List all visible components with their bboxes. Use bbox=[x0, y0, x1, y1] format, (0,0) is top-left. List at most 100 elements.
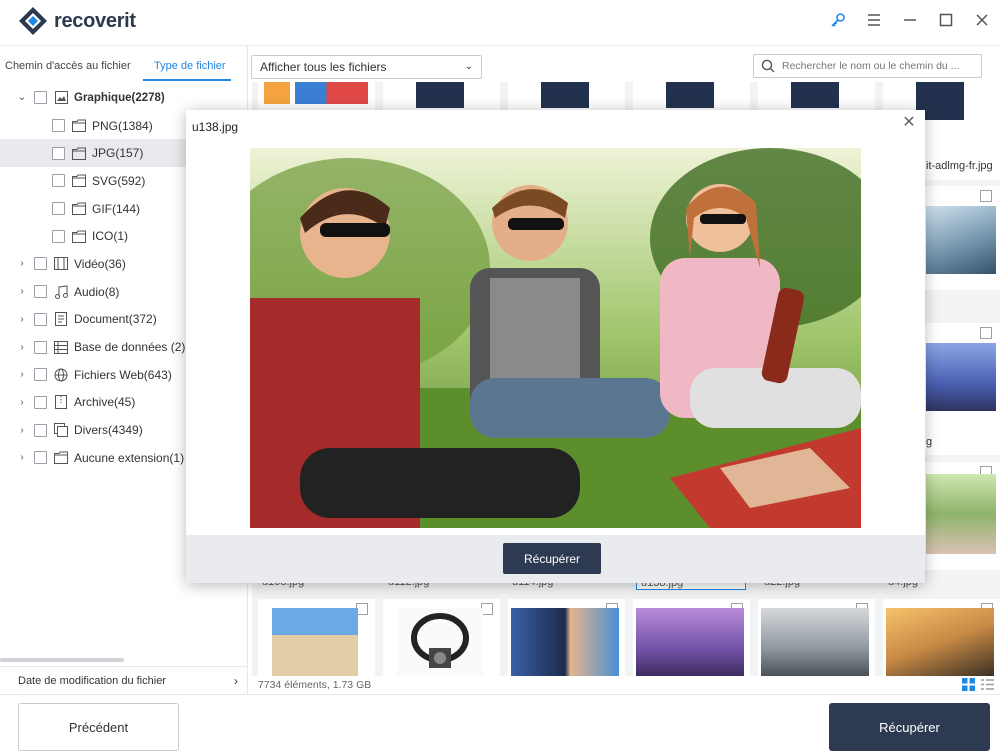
thumbnail-image bbox=[511, 608, 619, 676]
thumbnail-image bbox=[272, 608, 358, 676]
sidebar-scrollbar[interactable] bbox=[0, 658, 124, 662]
title-bar: recoverit bbox=[0, 0, 1000, 46]
thumbnail-image bbox=[761, 608, 869, 676]
chevron-right-icon[interactable]: › bbox=[16, 369, 28, 380]
chevron-right-icon[interactable]: › bbox=[16, 342, 28, 353]
tree-item-label: Fichiers Web(643) bbox=[74, 367, 172, 382]
checkbox[interactable] bbox=[52, 229, 65, 243]
preview-filename: u138.jpg bbox=[192, 120, 239, 134]
checkbox[interactable] bbox=[34, 423, 47, 437]
tree-item-graphique[interactable]: ⌄ Graphique(2278) bbox=[0, 84, 248, 112]
search-input[interactable]: Rechercher le nom ou le chemin du ... bbox=[753, 54, 982, 78]
thumbnail-image bbox=[416, 82, 464, 108]
chevron-down-icon[interactable]: ⌄ bbox=[16, 92, 28, 103]
tree-item-label: JPG(157) bbox=[92, 146, 144, 161]
tab-file-path[interactable]: Chemin d'accès au fichier bbox=[5, 60, 131, 72]
tree-item-label: Vidéo(36) bbox=[74, 256, 126, 271]
tree-item-label: Audio(8) bbox=[74, 284, 120, 299]
thumbnail-tile[interactable] bbox=[758, 599, 875, 676]
chevron-right-icon[interactable]: › bbox=[16, 258, 28, 269]
folder-icon bbox=[72, 229, 86, 243]
checkbox[interactable] bbox=[52, 119, 65, 133]
document-icon bbox=[54, 312, 68, 327]
checkbox[interactable] bbox=[34, 257, 47, 271]
thumbnail-tile[interactable] bbox=[508, 82, 625, 112]
chevron-right-icon[interactable]: › bbox=[16, 314, 28, 325]
music-icon bbox=[54, 285, 68, 299]
recoverit-logo-icon bbox=[18, 6, 48, 36]
thumbnail-tile[interactable] bbox=[633, 599, 750, 676]
tab-file-type[interactable]: Type de fichier bbox=[154, 60, 226, 72]
chevron-right-icon: › bbox=[234, 673, 238, 688]
thumbnail-filename: g bbox=[926, 436, 933, 448]
close-icon[interactable]: ✕ bbox=[901, 115, 917, 131]
key-icon[interactable] bbox=[820, 0, 856, 40]
folder-icon bbox=[72, 174, 86, 188]
thumbnail-image bbox=[636, 608, 744, 676]
file-filter-dropdown[interactable]: Afficher tous les fichiers ⌄ bbox=[251, 55, 482, 79]
thumbnail-image bbox=[791, 82, 839, 108]
thumbnail-tile[interactable] bbox=[383, 82, 500, 112]
chevron-right-icon[interactable]: › bbox=[16, 452, 28, 463]
checkbox[interactable] bbox=[34, 312, 47, 326]
tree-item-label: Document(372) bbox=[74, 312, 157, 327]
thumbnail-filename: it-adlmg-fr.jpg bbox=[926, 160, 993, 172]
chevron-right-icon[interactable]: › bbox=[16, 425, 28, 436]
status-bar: 7734 éléments, 1.73 GB bbox=[252, 676, 1000, 694]
list-view-icon[interactable] bbox=[981, 678, 994, 694]
thumbnail-tile[interactable] bbox=[258, 82, 375, 112]
thumbnail-tile[interactable] bbox=[258, 599, 375, 676]
checkbox[interactable] bbox=[34, 340, 47, 354]
minimize-icon[interactable] bbox=[892, 0, 928, 40]
checkbox[interactable] bbox=[52, 146, 65, 160]
thumbnail-image bbox=[926, 474, 996, 554]
chevron-right-icon[interactable]: › bbox=[16, 397, 28, 408]
thumbnail-tile[interactable] bbox=[633, 82, 750, 112]
thumbnail-tile[interactable] bbox=[883, 599, 1000, 676]
app-logo: recoverit bbox=[18, 6, 136, 36]
recover-button[interactable]: Récupérer bbox=[829, 703, 990, 751]
checkbox[interactable] bbox=[980, 327, 992, 339]
checkbox[interactable] bbox=[34, 285, 47, 299]
thumbnail-image bbox=[926, 343, 996, 411]
tree-item-label: SVG(592) bbox=[92, 173, 146, 188]
close-icon[interactable] bbox=[964, 0, 1000, 40]
item-count: 7734 éléments, 1.73 GB bbox=[258, 679, 372, 691]
date-filter-toggle[interactable]: Date de modification du fichier › bbox=[0, 666, 248, 694]
checkbox[interactable] bbox=[34, 395, 47, 409]
checkbox[interactable] bbox=[34, 368, 47, 382]
tree-item-label: GIF(144) bbox=[92, 201, 141, 216]
thumbnail-image bbox=[926, 206, 996, 274]
chevron-right-icon[interactable]: › bbox=[16, 286, 28, 297]
thumbnail-image bbox=[541, 82, 589, 108]
tree-item-label: Archive(45) bbox=[74, 395, 136, 410]
checkbox[interactable] bbox=[34, 451, 47, 465]
tree-item-label: Base de données (2) bbox=[74, 340, 186, 355]
hamburger-menu-icon[interactable] bbox=[856, 0, 892, 40]
thumbnail-image bbox=[666, 82, 714, 108]
thumbnail-tile[interactable] bbox=[508, 599, 625, 676]
grid-view-icon[interactable] bbox=[962, 678, 975, 694]
checkbox[interactable] bbox=[34, 91, 47, 105]
thumbnail-tile[interactable] bbox=[383, 599, 500, 676]
preview-dialog: u138.jpg ✕ Récupérer bbox=[186, 110, 925, 583]
archive-icon bbox=[54, 395, 68, 410]
tree-item-label: Aucune extension(1) bbox=[74, 450, 185, 465]
preview-recover-button[interactable]: Récupérer bbox=[503, 543, 601, 574]
chevron-down-icon: ⌄ bbox=[464, 61, 473, 72]
thumbnail-image bbox=[886, 608, 994, 676]
image-icon bbox=[54, 91, 68, 105]
checkbox[interactable] bbox=[52, 174, 65, 188]
maximize-icon[interactable] bbox=[928, 0, 964, 40]
thumbnail-tile[interactable] bbox=[758, 82, 875, 112]
folder-icon bbox=[72, 146, 86, 160]
preview-footer: Récupérer bbox=[186, 535, 925, 583]
thumbnail-image bbox=[397, 608, 483, 676]
tree-item-label: ICO(1) bbox=[92, 229, 128, 244]
checkbox[interactable] bbox=[980, 190, 992, 202]
date-filter-label: Date de modification du fichier bbox=[18, 674, 166, 687]
previous-button[interactable]: Précédent bbox=[18, 703, 179, 751]
tree-item-label: PNG(1384) bbox=[92, 118, 153, 133]
checkbox[interactable] bbox=[52, 202, 65, 216]
folder-icon bbox=[72, 119, 86, 133]
